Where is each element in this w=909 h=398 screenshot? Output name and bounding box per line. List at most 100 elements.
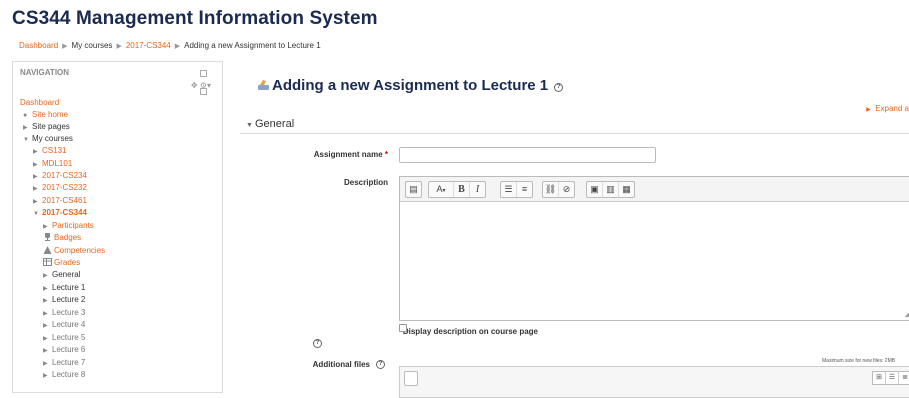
tree-view-icon[interactable]: ≣ — [898, 372, 909, 384]
italic-button[interactable]: I — [469, 182, 485, 197]
nav-participants-label: Participants — [52, 221, 94, 230]
nav-section-lecture-4[interactable]: ▶ Lecture 4 — [43, 320, 85, 331]
nav-course-2017-cs461[interactable]: ▶ 2017-CS461 — [33, 196, 87, 207]
minimize-icon[interactable] — [200, 70, 207, 77]
nav-my-courses[interactable]: ▼ My courses — [23, 134, 73, 145]
bullet-icon: ● — [23, 112, 28, 119]
competencies-icon — [43, 246, 52, 254]
section-general-toggle[interactable]: ▼ General — [246, 118, 294, 130]
breadcrumb-my-courses[interactable]: My courses — [72, 41, 113, 50]
breadcrumb-current: Adding a new Assignment to Lecture 1 — [184, 41, 321, 50]
chevron-right-icon: ▶ — [33, 186, 38, 192]
show-more-buttons-icon[interactable]: ▤ — [406, 182, 421, 197]
breadcrumb-separator: ▶ — [174, 43, 181, 50]
media-icon[interactable]: ▥ — [602, 182, 618, 197]
nav-section-lecture-1[interactable]: ▶ Lecture 1 — [43, 283, 85, 294]
assignment-icon — [258, 80, 269, 90]
breadcrumb: Dashboard ▶ My courses ▶ 2017-CS344 ▶ Adding a… — [19, 41, 321, 50]
nav-section-label: Lecture 6 — [52, 345, 86, 354]
expand-all-link[interactable]: ▶ Expand a — [866, 104, 909, 113]
max-file-size-note: Maximum size for new files: 2MB — [822, 358, 896, 364]
additional-files-label-text: Additional files — [312, 360, 370, 369]
ordered-list-icon[interactable]: ≡ — [516, 182, 532, 197]
nav-course-label: 2017-CS461 — [42, 196, 87, 205]
description-label: Description — [343, 178, 388, 187]
page-title: Adding a new Assignment to Lecture 1? — [257, 77, 564, 94]
paragraph-styles-button[interactable]: A▾ — [429, 182, 453, 197]
nav-course-label: MDL101 — [42, 159, 73, 168]
display-description-label: Display description on course page — [402, 327, 538, 336]
gear-icon[interactable]: ⚙▾ — [200, 81, 211, 90]
chevron-right-icon: ▶ — [33, 199, 38, 205]
manage-files-icon[interactable]: ▦ — [618, 182, 634, 197]
breadcrumb-separator: ▶ — [62, 43, 68, 50]
toolbar-group-media: ▣ ▥ ▦ — [586, 181, 635, 198]
nav-dashboard[interactable]: Dashboard — [20, 98, 59, 108]
trophy-icon — [45, 233, 50, 241]
chevron-down-icon: ▾ — [442, 188, 446, 194]
list-view-icon[interactable]: ☰ — [885, 372, 898, 384]
block-dock-controls[interactable] — [199, 70, 213, 95]
nav-course-2017-cs234[interactable]: ▶ 2017-CS234 — [33, 171, 87, 182]
nav-site-pages[interactable]: ▶ Site pages — [23, 122, 70, 133]
nav-section-label: Lecture 7 — [52, 358, 86, 367]
bold-button[interactable]: B — [453, 182, 469, 197]
nav-section-lecture-8[interactable]: ▶ Lecture 8 — [43, 370, 85, 381]
unordered-list-icon[interactable]: ☰ — [501, 182, 516, 197]
expand-all-label: Expand a — [875, 104, 909, 113]
help-icon[interactable]: ? — [376, 360, 385, 369]
chevron-right-icon: ▶ — [43, 298, 48, 304]
display-description-checkbox[interactable] — [399, 324, 407, 332]
help-icon[interactable]: ? — [554, 83, 564, 92]
grades-table-icon — [43, 258, 52, 266]
breadcrumb-course[interactable]: 2017-CS344 — [126, 41, 171, 50]
nav-course-cs131[interactable]: ▶ CS131 — [33, 146, 66, 157]
chevron-right-icon: ▶ — [43, 348, 48, 354]
nav-site-home[interactable]: ● Site home — [23, 110, 68, 121]
nav-section-lecture-2[interactable]: ▶ Lecture 2 — [43, 295, 85, 306]
nav-course-label: 2017-CS232 — [42, 183, 87, 192]
navigation-header: NAVIGATION — [20, 68, 70, 77]
file-manager[interactable]: ⊞ ☰ ≣ — [399, 366, 909, 398]
nav-grades[interactable]: Grades — [43, 258, 80, 268]
chevron-right-icon: ▶ — [43, 286, 48, 292]
chevron-right-icon: ▶ — [866, 107, 871, 113]
nav-section-lecture-7[interactable]: ▶ Lecture 7 — [43, 358, 85, 369]
nav-badges[interactable]: Badges — [43, 233, 81, 243]
image-icon[interactable]: ▣ — [587, 182, 602, 197]
chevron-right-icon: ▶ — [33, 174, 38, 180]
nav-course-label: CS131 — [42, 146, 67, 155]
nav-competencies[interactable]: Competencies — [43, 246, 105, 256]
nav-participants[interactable]: ▶ Participants — [43, 221, 94, 232]
nav-section-lecture-3[interactable]: ▶ Lecture 3 — [43, 308, 85, 319]
chevron-right-icon: ▶ — [43, 224, 48, 230]
nav-section-general[interactable]: ▶ General — [43, 270, 80, 281]
nav-section-label: General — [52, 270, 81, 279]
link-icon[interactable]: ⛓ — [543, 182, 558, 197]
nav-course-2017-cs344[interactable]: ▼ 2017-CS344 — [33, 208, 87, 219]
breadcrumb-dashboard[interactable]: Dashboard — [19, 41, 58, 50]
grid-view-icon[interactable]: ⊞ — [873, 372, 885, 384]
site-title[interactable]: CS344 Management Information System — [12, 8, 378, 30]
main-region: Adding a new Assignment to Lecture 1? ▶ E… — [240, 60, 909, 398]
nav-section-lecture-6[interactable]: ▶ Lecture 6 — [43, 345, 85, 356]
unlink-icon[interactable]: ⊘ — [558, 182, 574, 197]
resize-handle-icon[interactable]: ◢ — [905, 310, 909, 318]
nav-section-lecture-5[interactable]: ▶ Lecture 5 — [43, 333, 85, 344]
move-icon[interactable]: ✥ — [191, 81, 198, 90]
nav-course-mdl101[interactable]: ▶ MDL101 — [33, 159, 72, 170]
assignment-name-label: Assignment name * — [314, 150, 388, 159]
chevron-right-icon: ▶ — [43, 311, 48, 317]
chevron-right-icon: ▶ — [33, 149, 38, 155]
additional-files-label: Additional files? — [313, 360, 385, 369]
assignment-name-input[interactable] — [399, 147, 656, 163]
nav-section-label: Lecture 2 — [52, 295, 86, 304]
description-editor[interactable]: ▤ A▾ B I ☰ ≡ ⛓ ⊘ ▣ ▥ ▦ ◢ — [399, 176, 909, 321]
add-file-icon[interactable] — [404, 371, 418, 386]
nav-course-2017-cs232[interactable]: ▶ 2017-CS232 — [33, 183, 87, 194]
help-icon[interactable]: ? — [313, 339, 322, 348]
chevron-right-icon: ▶ — [33, 162, 38, 168]
block-actions[interactable]: ✥ ⚙▾ — [191, 81, 211, 90]
nav-badges-label: Badges — [54, 233, 82, 242]
nav-section-label: Lecture 8 — [52, 370, 86, 379]
